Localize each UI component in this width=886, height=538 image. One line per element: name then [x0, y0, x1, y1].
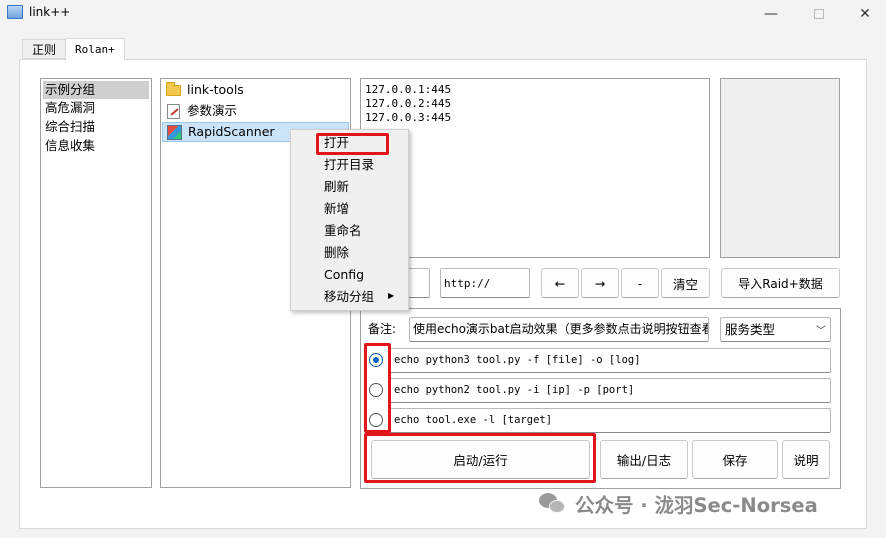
tree-item-param-demo[interactable]: 参数演示 [162, 101, 348, 121]
note-label: 备注: [368, 322, 397, 336]
menu-item-rename[interactable]: 重命名 [324, 220, 362, 242]
group-item-info-gathering[interactable]: 信息收集 [43, 137, 149, 155]
submenu-arrow-icon: ▶ [388, 291, 395, 300]
minimize-button[interactable]: — [748, 0, 794, 28]
clear-button[interactable]: 清空 [661, 268, 710, 298]
tree-item-label: RapidScanner [188, 124, 275, 139]
command-input-2[interactable]: echo python2 tool.py -i [ip] -p [port] [389, 378, 831, 403]
maximize-icon [814, 9, 824, 19]
target-line: 127.0.0.3:445 [365, 111, 452, 124]
menu-item-refresh[interactable]: 刷新 [324, 176, 349, 198]
save-button[interactable]: 保存 [692, 440, 778, 479]
preview-panel [720, 78, 840, 258]
menu-item-open-directory[interactable]: 打开目录 [324, 154, 374, 176]
menu-item-delete[interactable]: 删除 [324, 242, 349, 264]
menu-item-add[interactable]: 新增 [324, 198, 349, 220]
watermark: 公众号 · 泷羽Sec-Norsea [539, 487, 818, 519]
target-line: 127.0.0.2:445 [365, 97, 452, 110]
remove-button[interactable]: - [621, 268, 659, 298]
command-input-3[interactable]: echo tool.exe -l [target] [389, 408, 831, 433]
executable-icon [167, 124, 182, 140]
close-button[interactable]: ✕ [842, 0, 886, 28]
app-icon [7, 5, 23, 19]
next-button[interactable]: → [581, 268, 619, 298]
url-input[interactable]: http:// [440, 268, 530, 298]
chevron-down-icon: ﹀ [816, 326, 826, 337]
import-raid-button[interactable]: 导入Raid+数据 [721, 268, 840, 298]
document-icon [167, 103, 180, 119]
tree-item-label: link-tools [187, 82, 244, 97]
tree-item-link-tools[interactable]: link-tools [162, 80, 348, 100]
group-item-examples[interactable]: 示例分组 [43, 81, 149, 99]
highlight-box-open [316, 133, 389, 155]
highlight-box-radios [364, 343, 391, 433]
command-input-1[interactable]: echo python3 tool.py -f [file] -o [log] [389, 348, 831, 373]
menu-item-config[interactable]: Config [324, 264, 364, 286]
tab-rolan[interactable]: Rolan+ [65, 38, 125, 60]
group-item-scan[interactable]: 综合扫描 [43, 118, 149, 136]
highlight-box-run [364, 433, 596, 483]
prev-button[interactable]: ← [541, 268, 579, 298]
output-log-button[interactable]: 输出/日志 [600, 440, 688, 479]
folder-icon [166, 81, 181, 96]
group-item-high-risk[interactable]: 高危漏洞 [43, 99, 149, 117]
tab-regex[interactable]: 正则 [22, 39, 67, 59]
maximize-button[interactable] [796, 0, 842, 28]
wechat-icon [539, 491, 567, 515]
tree-item-label: 参数演示 [187, 103, 238, 118]
target-line: 127.0.0.1:445 [365, 83, 452, 96]
help-button[interactable]: 说明 [782, 440, 830, 479]
watermark-text: 公众号 · 泷羽Sec-Norsea [575, 493, 818, 517]
menu-item-move-group[interactable]: 移动分组 [324, 286, 374, 308]
targets-textarea[interactable]: 127.0.0.1:445 127.0.0.2:445 127.0.0.3:44… [360, 78, 710, 258]
service-type-select[interactable]: 服务类型 [720, 317, 831, 342]
window-title: link++ [29, 5, 71, 19]
note-input[interactable]: 使用echo演示bat启动效果（更多参数点击说明按钮查看） [409, 317, 709, 342]
